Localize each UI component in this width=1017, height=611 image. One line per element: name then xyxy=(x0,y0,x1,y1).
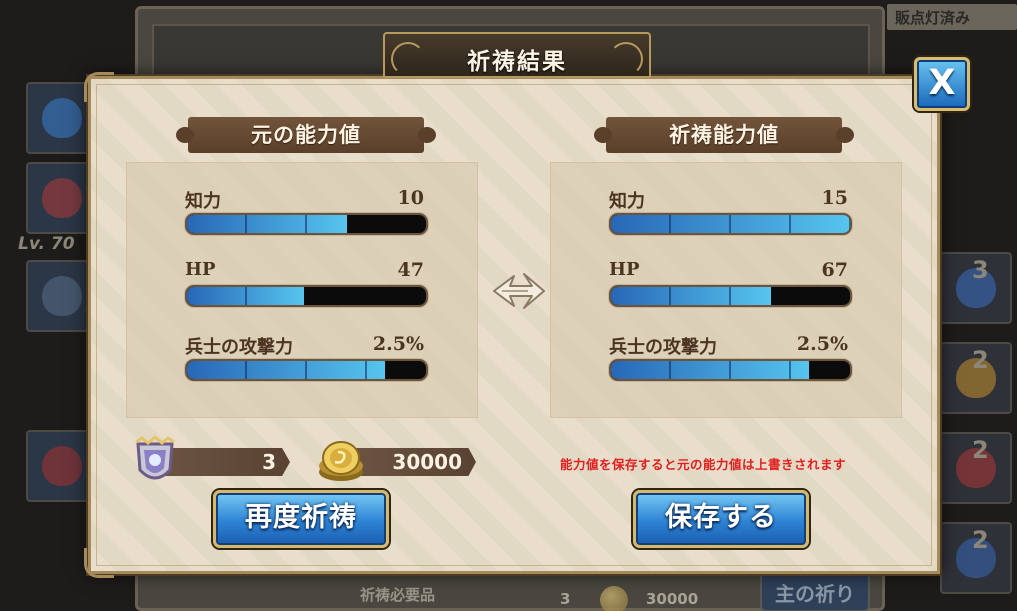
stat-bar xyxy=(609,285,852,307)
stat-bar-fill xyxy=(611,287,772,305)
overwrite-warning: 能力値を保存すると元の能力値は上書きされます xyxy=(560,457,847,472)
stat-label: 兵士の攻撃力 xyxy=(609,337,717,358)
stat-value: 10 xyxy=(397,187,424,209)
prayer-item-icon xyxy=(135,436,175,480)
stat-bar-fill xyxy=(187,215,348,233)
stat-bar-fill xyxy=(611,215,850,233)
pray-button: 主の祈り xyxy=(760,572,870,611)
level-label: Lv. 70 xyxy=(18,234,75,254)
slot-count: 2 xyxy=(972,346,989,374)
coin-icon xyxy=(600,586,628,611)
slot-count: 3 xyxy=(972,256,989,284)
ornament-corner xyxy=(84,72,114,102)
stat-value: 2.5% xyxy=(796,333,848,355)
dialog-title-plate: 祈祷結果 xyxy=(383,32,651,78)
stat-value: 47 xyxy=(397,259,424,281)
arrow-right-icon xyxy=(493,273,545,309)
stat-bar xyxy=(185,213,428,235)
retry-prayer-button[interactable]: 再度祈祷 xyxy=(213,490,389,548)
stat-bar-fill xyxy=(187,287,305,305)
blue-crest-icon xyxy=(42,98,82,138)
background-cost-gold: 30000 xyxy=(646,590,699,608)
stat-value: 15 xyxy=(821,187,848,209)
original-stats-panel: 知力 10 HP 47 兵士の攻撃力 2.5% xyxy=(126,162,478,418)
stat-value: 67 xyxy=(821,259,848,281)
background-tag: 販点灯済み xyxy=(887,4,1017,30)
original-stats-header: 元の能力値 xyxy=(176,117,436,153)
stat-bar-fill xyxy=(611,361,810,379)
gold-coin-icon xyxy=(319,441,363,481)
stat-label: 知力 xyxy=(609,191,645,212)
stat-label: 知力 xyxy=(185,191,221,212)
stat-value: 2.5% xyxy=(372,333,424,355)
stat-bar xyxy=(185,359,428,381)
crest-icon xyxy=(42,276,82,316)
save-button[interactable]: 保存する xyxy=(633,490,809,548)
result-stats-panel: 知力 15 HP 67 兵士の攻撃力 2.5% xyxy=(550,162,902,418)
ornament-corner xyxy=(84,548,114,578)
stat-bar xyxy=(609,359,852,381)
slot-count: 2 xyxy=(972,436,989,464)
close-button[interactable]: X xyxy=(914,57,970,111)
dialog-title: 祈祷結果 xyxy=(467,48,567,75)
gold-cost: 30000 xyxy=(350,448,476,476)
stat-label: 兵士の攻撃力 xyxy=(185,337,293,358)
stat-bar xyxy=(609,213,852,235)
stat-bar-fill xyxy=(187,361,386,379)
stat-label: HP xyxy=(185,259,216,280)
background-cost-qty: 3 xyxy=(560,590,571,608)
red-crest-icon xyxy=(42,446,82,486)
stat-label: HP xyxy=(609,259,640,280)
background-cost-label: 祈祷必要品 xyxy=(360,586,436,604)
red-crest-icon xyxy=(42,178,82,218)
stat-bar xyxy=(185,285,428,307)
result-stats-header: 祈祷能力値 xyxy=(594,117,854,153)
slot-count: 2 xyxy=(972,526,989,554)
